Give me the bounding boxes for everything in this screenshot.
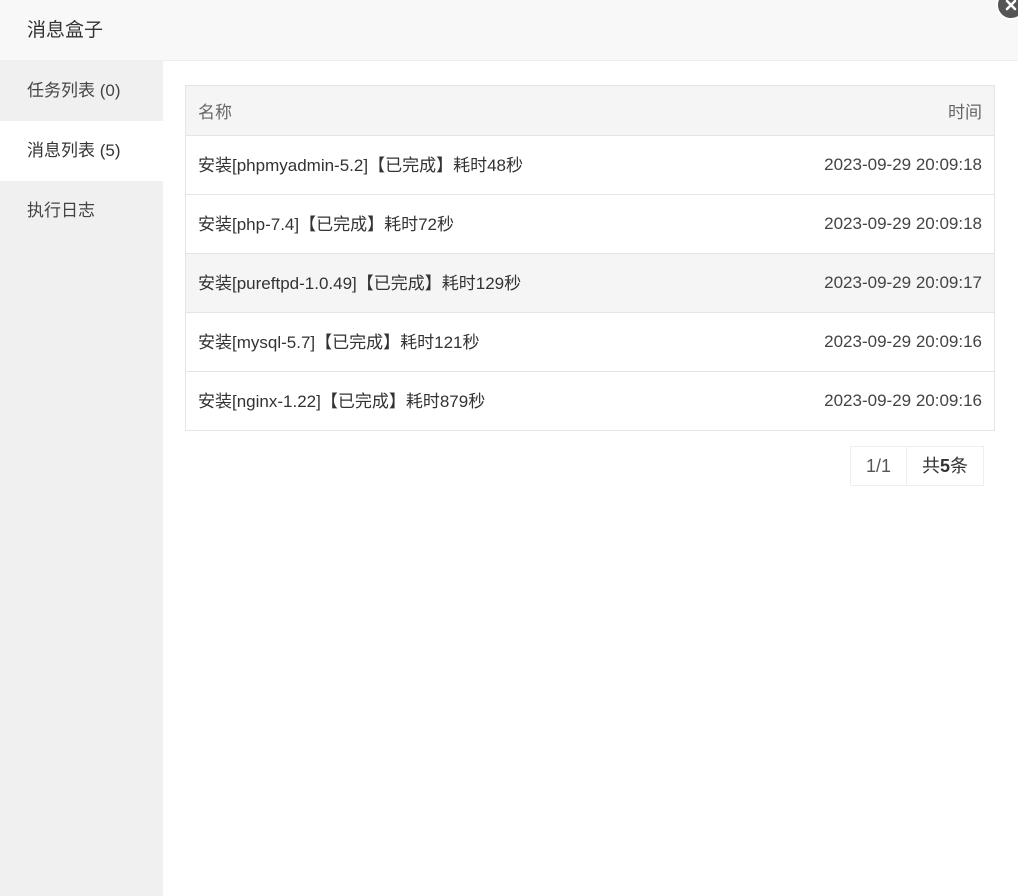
table-row[interactable]: 安装[mysql-5.7]【已完成】耗时121秒 2023-09-29 20:0… bbox=[185, 312, 995, 372]
total-suffix: 条 bbox=[950, 456, 969, 476]
message-name: 安装[nginx-1.22]【已完成】耗时879秒 bbox=[185, 371, 718, 431]
message-name: 安装[php-7.4]【已完成】耗时72秒 bbox=[185, 194, 718, 254]
total-count: 共5条 bbox=[907, 447, 983, 485]
close-icon bbox=[1005, 0, 1017, 11]
message-name: 安装[pureftpd-1.0.49]【已完成】耗时129秒 bbox=[185, 253, 718, 313]
dialog-title: 消息盒子 bbox=[27, 20, 104, 41]
message-time: 2023-09-29 20:09:16 bbox=[717, 371, 995, 431]
main-content: 名称 时间 安装[phpmyadmin-5.2]【已完成】耗时48秒 2023-… bbox=[163, 61, 1018, 896]
column-header-name: 名称 bbox=[185, 85, 718, 136]
message-time: 2023-09-29 20:09:18 bbox=[717, 194, 995, 254]
message-time: 2023-09-29 20:09:18 bbox=[717, 135, 995, 195]
message-name: 安装[phpmyadmin-5.2]【已完成】耗时48秒 bbox=[185, 135, 718, 195]
column-header-time: 时间 bbox=[717, 85, 995, 136]
sidebar: 任务列表 (0) 消息列表 (5) 执行日志 bbox=[0, 61, 163, 896]
sidebar-item-execution-log[interactable]: 执行日志 bbox=[0, 181, 163, 241]
table-row[interactable]: 安装[phpmyadmin-5.2]【已完成】耗时48秒 2023-09-29 … bbox=[185, 135, 995, 195]
sidebar-item-task-list[interactable]: 任务列表 (0) bbox=[0, 61, 163, 121]
table-row[interactable]: 安装[php-7.4]【已完成】耗时72秒 2023-09-29 20:09:1… bbox=[185, 194, 995, 254]
message-table: 名称 时间 安装[phpmyadmin-5.2]【已完成】耗时48秒 2023-… bbox=[185, 85, 995, 431]
page-indicator: 1/1 bbox=[851, 447, 908, 485]
table-row[interactable]: 安装[nginx-1.22]【已完成】耗时879秒 2023-09-29 20:… bbox=[185, 371, 995, 431]
table-header-row: 名称 时间 bbox=[185, 85, 995, 136]
message-time: 2023-09-29 20:09:17 bbox=[717, 253, 995, 313]
message-time: 2023-09-29 20:09:16 bbox=[717, 312, 995, 372]
message-name: 安装[mysql-5.7]【已完成】耗时121秒 bbox=[185, 312, 718, 372]
table-row[interactable]: 安装[pureftpd-1.0.49]【已完成】耗时129秒 2023-09-2… bbox=[185, 253, 995, 313]
total-number: 5 bbox=[940, 456, 951, 476]
pagination: 1/1 共5条 bbox=[850, 446, 985, 486]
message-box-dialog: 消息盒子 任务列表 (0) 消息列表 (5) 执行日志 名称 时间 安装[php… bbox=[0, 0, 1018, 896]
sidebar-item-message-list[interactable]: 消息列表 (5) bbox=[0, 121, 163, 181]
titlebar: 消息盒子 bbox=[0, 0, 1018, 61]
total-prefix: 共 bbox=[922, 456, 941, 476]
